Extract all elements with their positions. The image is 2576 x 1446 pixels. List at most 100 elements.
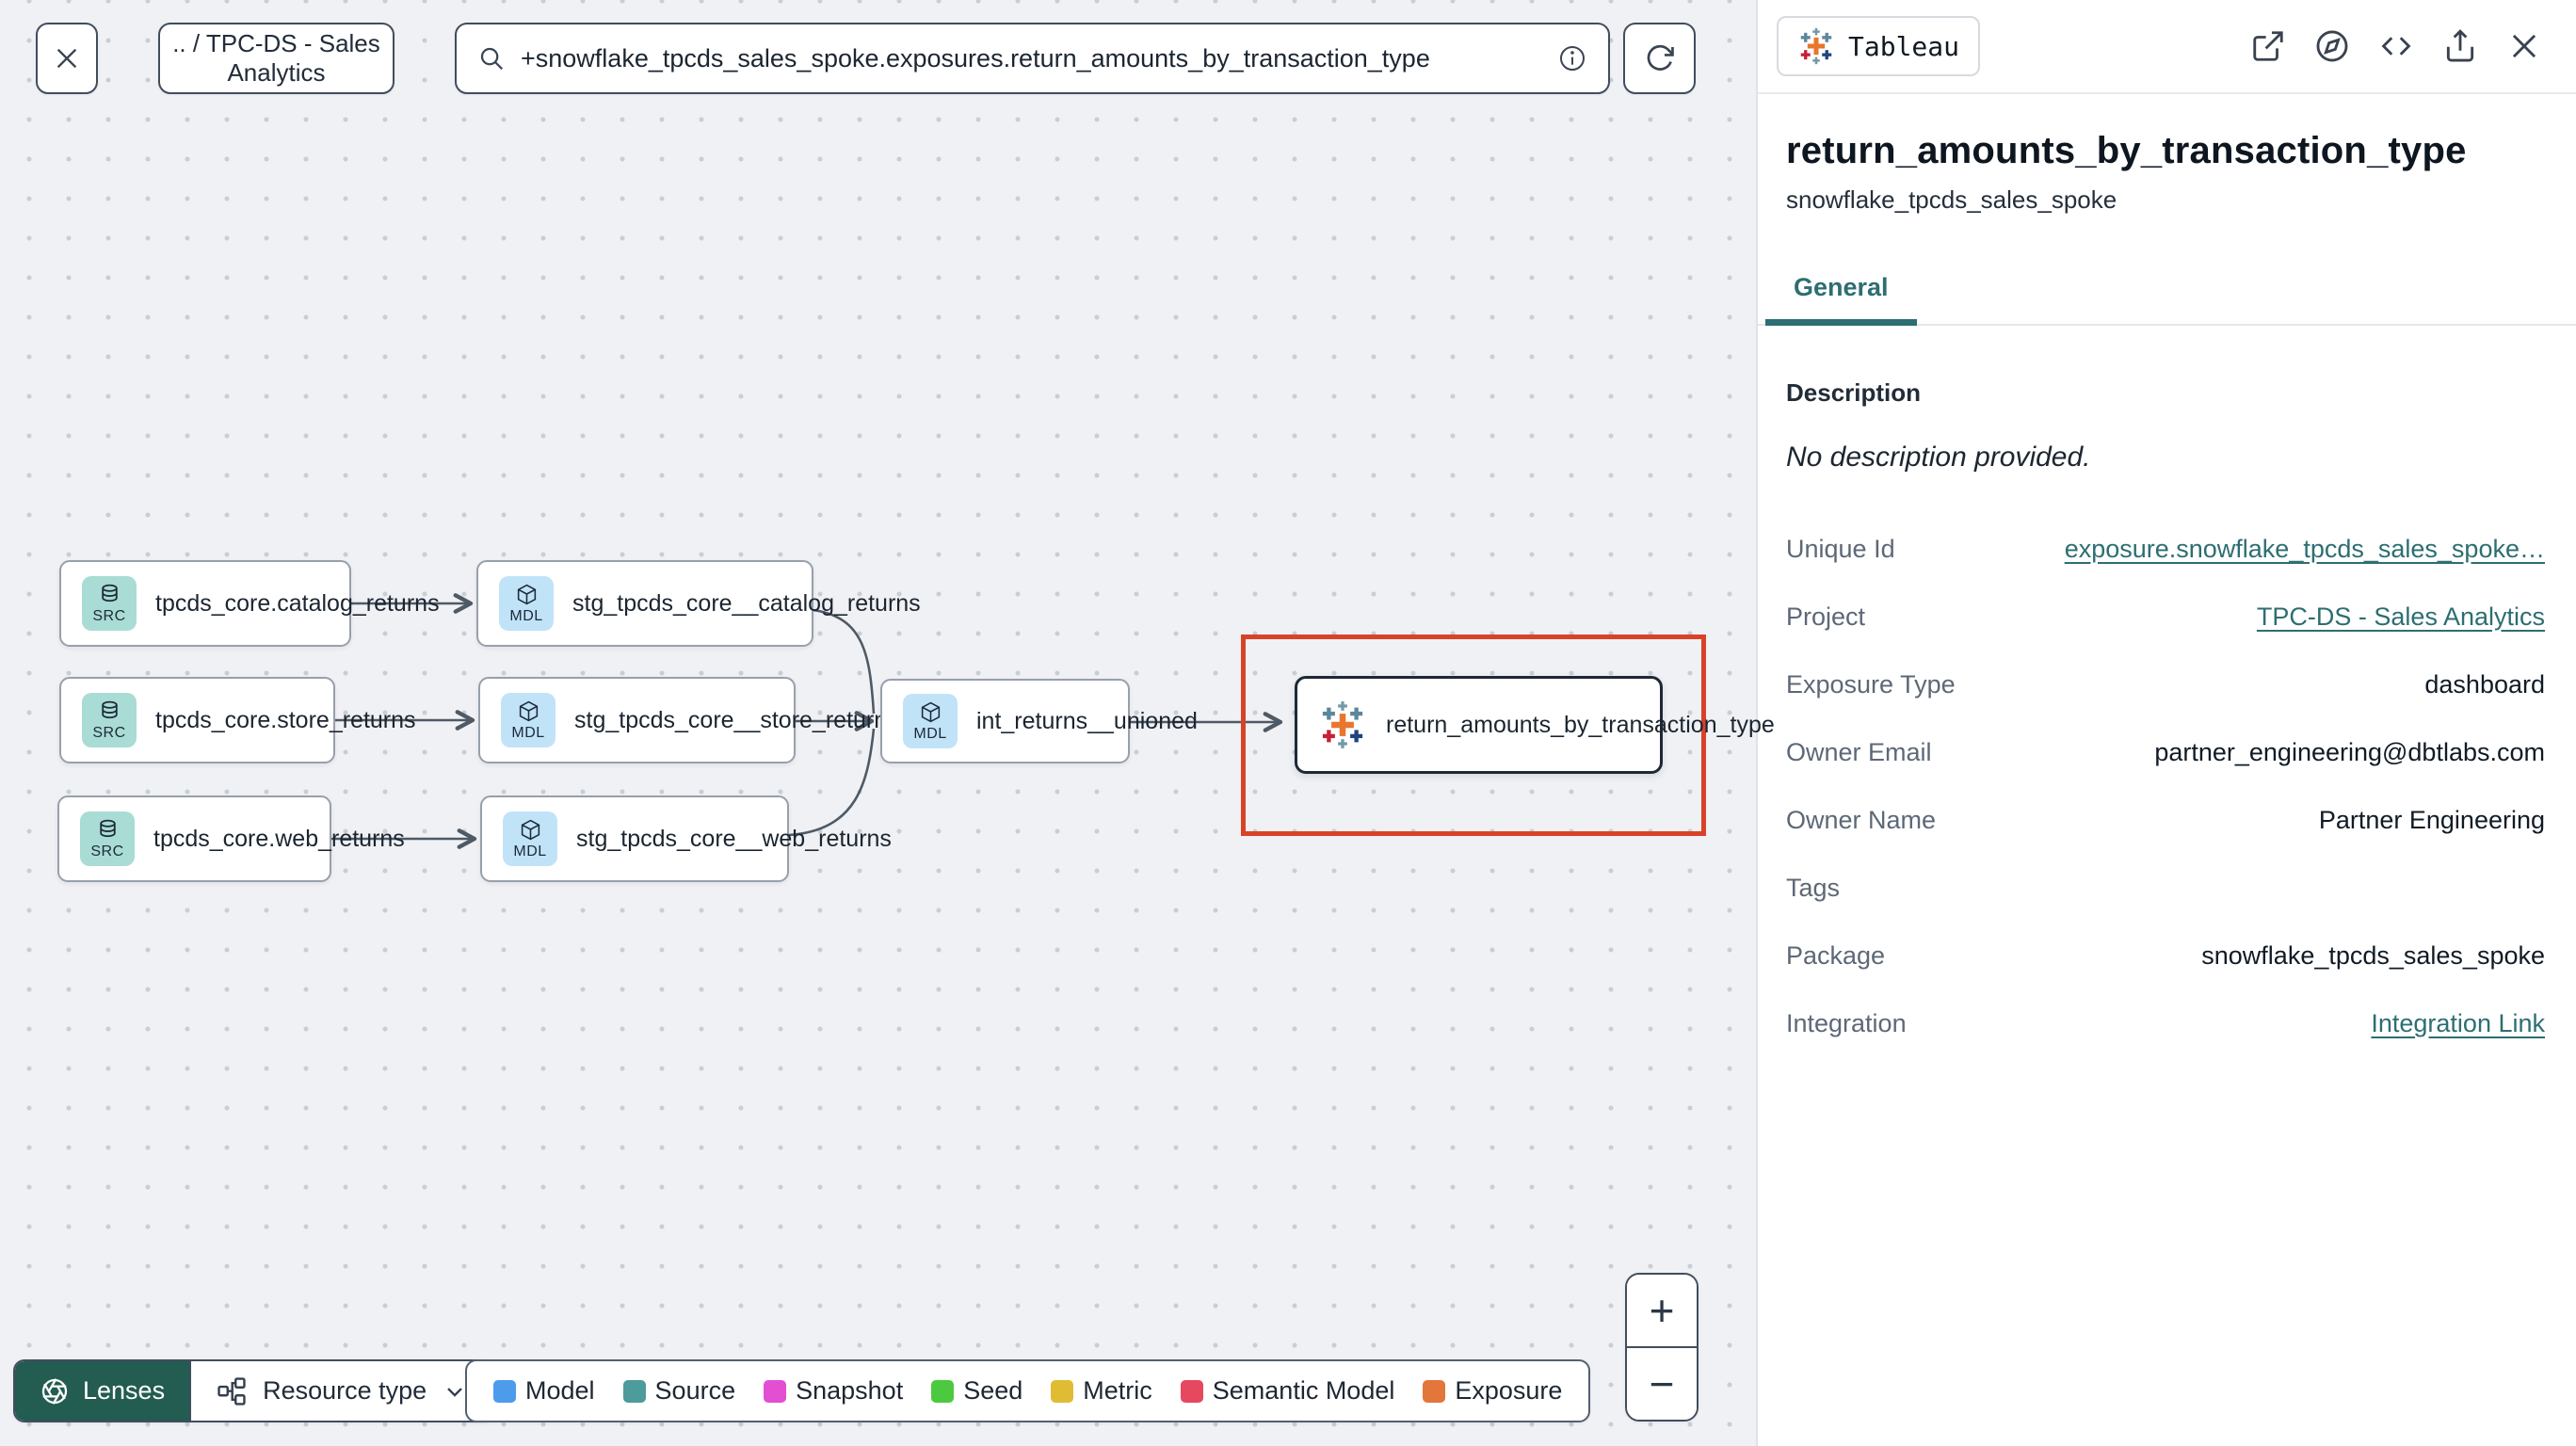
info-icon[interactable] — [1557, 43, 1587, 73]
legend-item-source: Source — [622, 1376, 735, 1406]
zoom-in-button[interactable]: + — [1627, 1275, 1697, 1346]
unique-id-link[interactable]: exposure.snowflake_tpcds_sales_spoke… — [2065, 535, 2545, 564]
node-label: tpcds_core.catalog_returns — [155, 589, 440, 617]
close-panel-button[interactable] — [2506, 28, 2542, 64]
graph-node-int-returns-unioned[interactable]: MDL int_returns__unioned — [880, 679, 1198, 763]
zoom-out-button[interactable]: − — [1627, 1348, 1697, 1420]
node-label: return_amounts_by_transaction_type — [1386, 711, 1775, 738]
panel-body: return_amounts_by_transaction_type snowf… — [1758, 94, 2576, 1057]
lineage-canvas[interactable]: SRC tpcds_core.catalog_returns SRC tpcds… — [0, 0, 1775, 1446]
database-icon — [101, 584, 118, 602]
source-resource-badge: SRC — [80, 811, 135, 866]
cube-icon — [921, 701, 940, 722]
lenses-button[interactable]: Lenses — [15, 1361, 190, 1421]
refresh-lineage-button[interactable] — [1623, 23, 1696, 94]
badge-label: SRC — [92, 724, 126, 741]
description-heading: Description — [1786, 378, 1922, 407]
field-row-project: Project TPC-DS - Sales Analytics — [1786, 602, 2545, 632]
aperture-icon — [41, 1377, 68, 1405]
model-resource-badge: MDL — [499, 576, 554, 631]
node-label: tpcds_core.web_returns — [153, 825, 405, 852]
page-title: return_amounts_by_transaction_type — [1786, 130, 2467, 171]
chevron-down-icon — [447, 1387, 462, 1397]
graph-node-tpcds-core-catalog-returns[interactable]: SRC tpcds_core.catalog_returns — [59, 560, 440, 647]
resource-legend: Model Source Snapshot Seed Metric Semant… — [465, 1359, 1591, 1422]
model-resource-badge: MDL — [503, 811, 557, 866]
badge-label: SRC — [90, 843, 124, 860]
panel-header: Tableau — [1758, 0, 2576, 94]
field-row-owner-name: Owner Name Partner Engineering — [1786, 805, 2545, 834]
database-icon — [101, 700, 118, 718]
field-row-owner-email: Owner Email partner_engineering@dbtlabs.… — [1786, 737, 2545, 766]
field-row-unique-id: Unique Id exposure.snowflake_tpcds_sales… — [1786, 534, 2545, 564]
badge-label: MDL — [511, 724, 545, 741]
badge-label: MDL — [513, 843, 547, 860]
model-resource-badge: MDL — [501, 693, 555, 747]
description-value: No description provided. — [1786, 442, 2091, 473]
badge-label: MDL — [509, 607, 543, 624]
exposure-swatch — [1423, 1379, 1446, 1403]
graph-node-stg-tpcds-core-web-returns[interactable]: MDL stg_tpcds_core__web_returns — [480, 795, 892, 882]
owner-email-value: partner_engineering@dbtlabs.com — [2154, 737, 2545, 766]
breadcrumb[interactable]: .. / TPC-DS - Sales Analytics — [158, 23, 394, 94]
share-button[interactable] — [2442, 28, 2478, 64]
graph-node-stg-tpcds-core-catalog-returns[interactable]: MDL stg_tpcds_core__catalog_returns — [476, 560, 921, 647]
package-subtitle: snowflake_tpcds_sales_spoke — [1786, 185, 2117, 214]
resource-type-dropdown[interactable]: Resource type — [189, 1361, 493, 1421]
breadcrumb-label: .. / TPC-DS - Sales Analytics — [172, 29, 380, 87]
tab-general[interactable]: General — [1765, 273, 1917, 326]
source-resource-badge: SRC — [82, 693, 137, 747]
field-row-integration: Integration Integration Link — [1786, 1008, 2545, 1038]
model-resource-badge: MDL — [903, 694, 958, 748]
close-icon — [2512, 34, 2536, 58]
legend-item-semantic-model: Semantic Model — [1180, 1376, 1394, 1406]
graph-node-tpcds-core-web-returns[interactable]: SRC tpcds_core.web_returns — [57, 795, 405, 882]
node-label: int_returns__unioned — [976, 707, 1198, 734]
integration-link[interactable]: Integration Link — [2371, 1009, 2545, 1038]
cube-icon — [517, 584, 536, 604]
package-value: snowflake_tpcds_sales_spoke — [2201, 940, 2545, 970]
lenses-label: Lenses — [83, 1376, 166, 1405]
code-icon — [2381, 37, 2411, 56]
field-row-exposure-type: Exposure Type dashboard — [1786, 669, 2545, 699]
search-icon — [480, 47, 504, 71]
lenses-control-group: Lenses Resource type — [13, 1359, 495, 1422]
node-label: stg_tpcds_core__catalog_returns — [572, 589, 921, 617]
explore-button[interactable] — [2314, 28, 2350, 64]
legend-item-exposure: Exposure — [1423, 1376, 1562, 1406]
legend-item-snapshot: Snapshot — [764, 1376, 903, 1406]
close-lineage-button[interactable] — [36, 23, 98, 94]
field-row-tags: Tags — [1786, 873, 1841, 902]
resource-type-icon — [217, 1376, 246, 1406]
panel-tabs: General — [1758, 273, 2576, 326]
close-icon — [56, 48, 77, 69]
snapshot-swatch — [764, 1379, 787, 1403]
view-code-button[interactable] — [2378, 28, 2414, 64]
lineage-search-bar[interactable] — [455, 23, 1610, 94]
graph-node-exposure-return-amounts-by-transaction-type[interactable]: return_amounts_by_transaction_type — [1295, 676, 1775, 774]
seed-swatch — [931, 1379, 955, 1403]
dbt-explorer-lineage-view: SRC tpcds_core.catalog_returns SRC tpcds… — [0, 0, 2576, 1446]
source-resource-badge: SRC — [82, 576, 137, 631]
semantic-model-swatch — [1180, 1379, 1203, 1403]
cube-icon — [519, 700, 538, 721]
share-icon — [2446, 29, 2474, 62]
details-field-list: Unique Id exposure.snowflake_tpcds_sales… — [1786, 515, 2545, 1057]
graph-node-tpcds-core-store-returns[interactable]: SRC tpcds_core.store_returns — [59, 677, 416, 763]
general-tab-content: Description No description provided. Uni… — [1758, 326, 2576, 1057]
legend-item-model: Model — [493, 1376, 595, 1406]
model-swatch — [493, 1379, 516, 1403]
panel-header-actions — [2250, 28, 2542, 64]
project-link[interactable]: TPC-DS - Sales Analytics — [2257, 602, 2545, 632]
badge-label: SRC — [92, 607, 126, 624]
tableau-icon — [1322, 701, 1363, 748]
metric-swatch — [1051, 1379, 1074, 1403]
owner-name-value: Partner Engineering — [2318, 805, 2545, 834]
graph-node-stg-tpcds-core-store-returns[interactable]: MDL stg_tpcds_core__store_returns — [478, 677, 899, 763]
open-external-button[interactable] — [2250, 28, 2286, 64]
legend-item-metric: Metric — [1051, 1376, 1152, 1406]
exposure-type-value: dashboard — [2424, 669, 2545, 699]
tableau-source-badge: Tableau — [1777, 16, 1981, 76]
database-icon — [99, 819, 116, 837]
search-input[interactable] — [521, 43, 1542, 73]
